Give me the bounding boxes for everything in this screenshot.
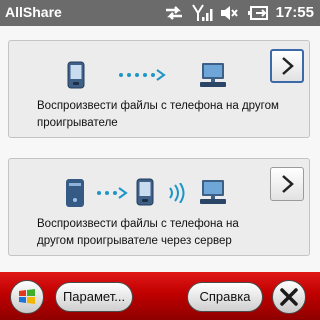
option-label: Воспроизвести файлы с телефона на другом… (37, 98, 307, 132)
chevron-right-icon (282, 57, 294, 75)
settings-button[interactable]: Парамет... (55, 282, 133, 312)
next-button[interactable] (270, 49, 304, 83)
options-area: Воспроизвести файлы с телефона на другом… (0, 26, 320, 272)
start-button[interactable] (10, 280, 44, 314)
option-label: Воспроизвести файлы с телефона на другом… (37, 216, 307, 250)
phone-icon (67, 61, 85, 89)
option-play-on-other-player[interactable]: Воспроизвести файлы с телефона на другом… (8, 40, 310, 138)
next-button[interactable] (270, 167, 304, 201)
chevron-right-icon (282, 175, 294, 193)
app-title: AllShare (5, 4, 62, 20)
battery-charging-icon[interactable] (248, 4, 270, 22)
server-icon (66, 179, 84, 207)
dotted-arrow-icon (119, 69, 166, 81)
dotted-arrow-icon (97, 187, 128, 199)
close-icon (280, 288, 298, 306)
wireless-icon (169, 183, 185, 203)
computer-icon (200, 180, 226, 204)
speaker-muted-icon[interactable] (219, 4, 239, 22)
option-label-line-2: проигрывателе (37, 117, 118, 129)
windows-start-icon (19, 289, 35, 304)
option-label-line-1: Воспроизвести файлы с телефона на (37, 218, 239, 230)
option-label-line-2: другом проигрывателе через сервер (37, 235, 232, 247)
option-play-via-server[interactable]: Воспроизвести файлы с телефона на другом… (8, 158, 310, 256)
clock: 17:55 (275, 4, 314, 21)
status-bar: AllShare 17:55 (0, 0, 320, 26)
signal-strength-icon[interactable] (192, 4, 216, 22)
option-label-line-1: Воспроизвести файлы с телефона на другом (37, 100, 279, 112)
phone-icon (136, 178, 154, 206)
close-button[interactable] (272, 280, 306, 314)
sync-arrows-icon[interactable] (163, 4, 185, 22)
bottom-command-bar: Парамет... Справка (0, 272, 320, 320)
help-button[interactable]: Справка (187, 282, 263, 312)
computer-icon (200, 63, 226, 87)
